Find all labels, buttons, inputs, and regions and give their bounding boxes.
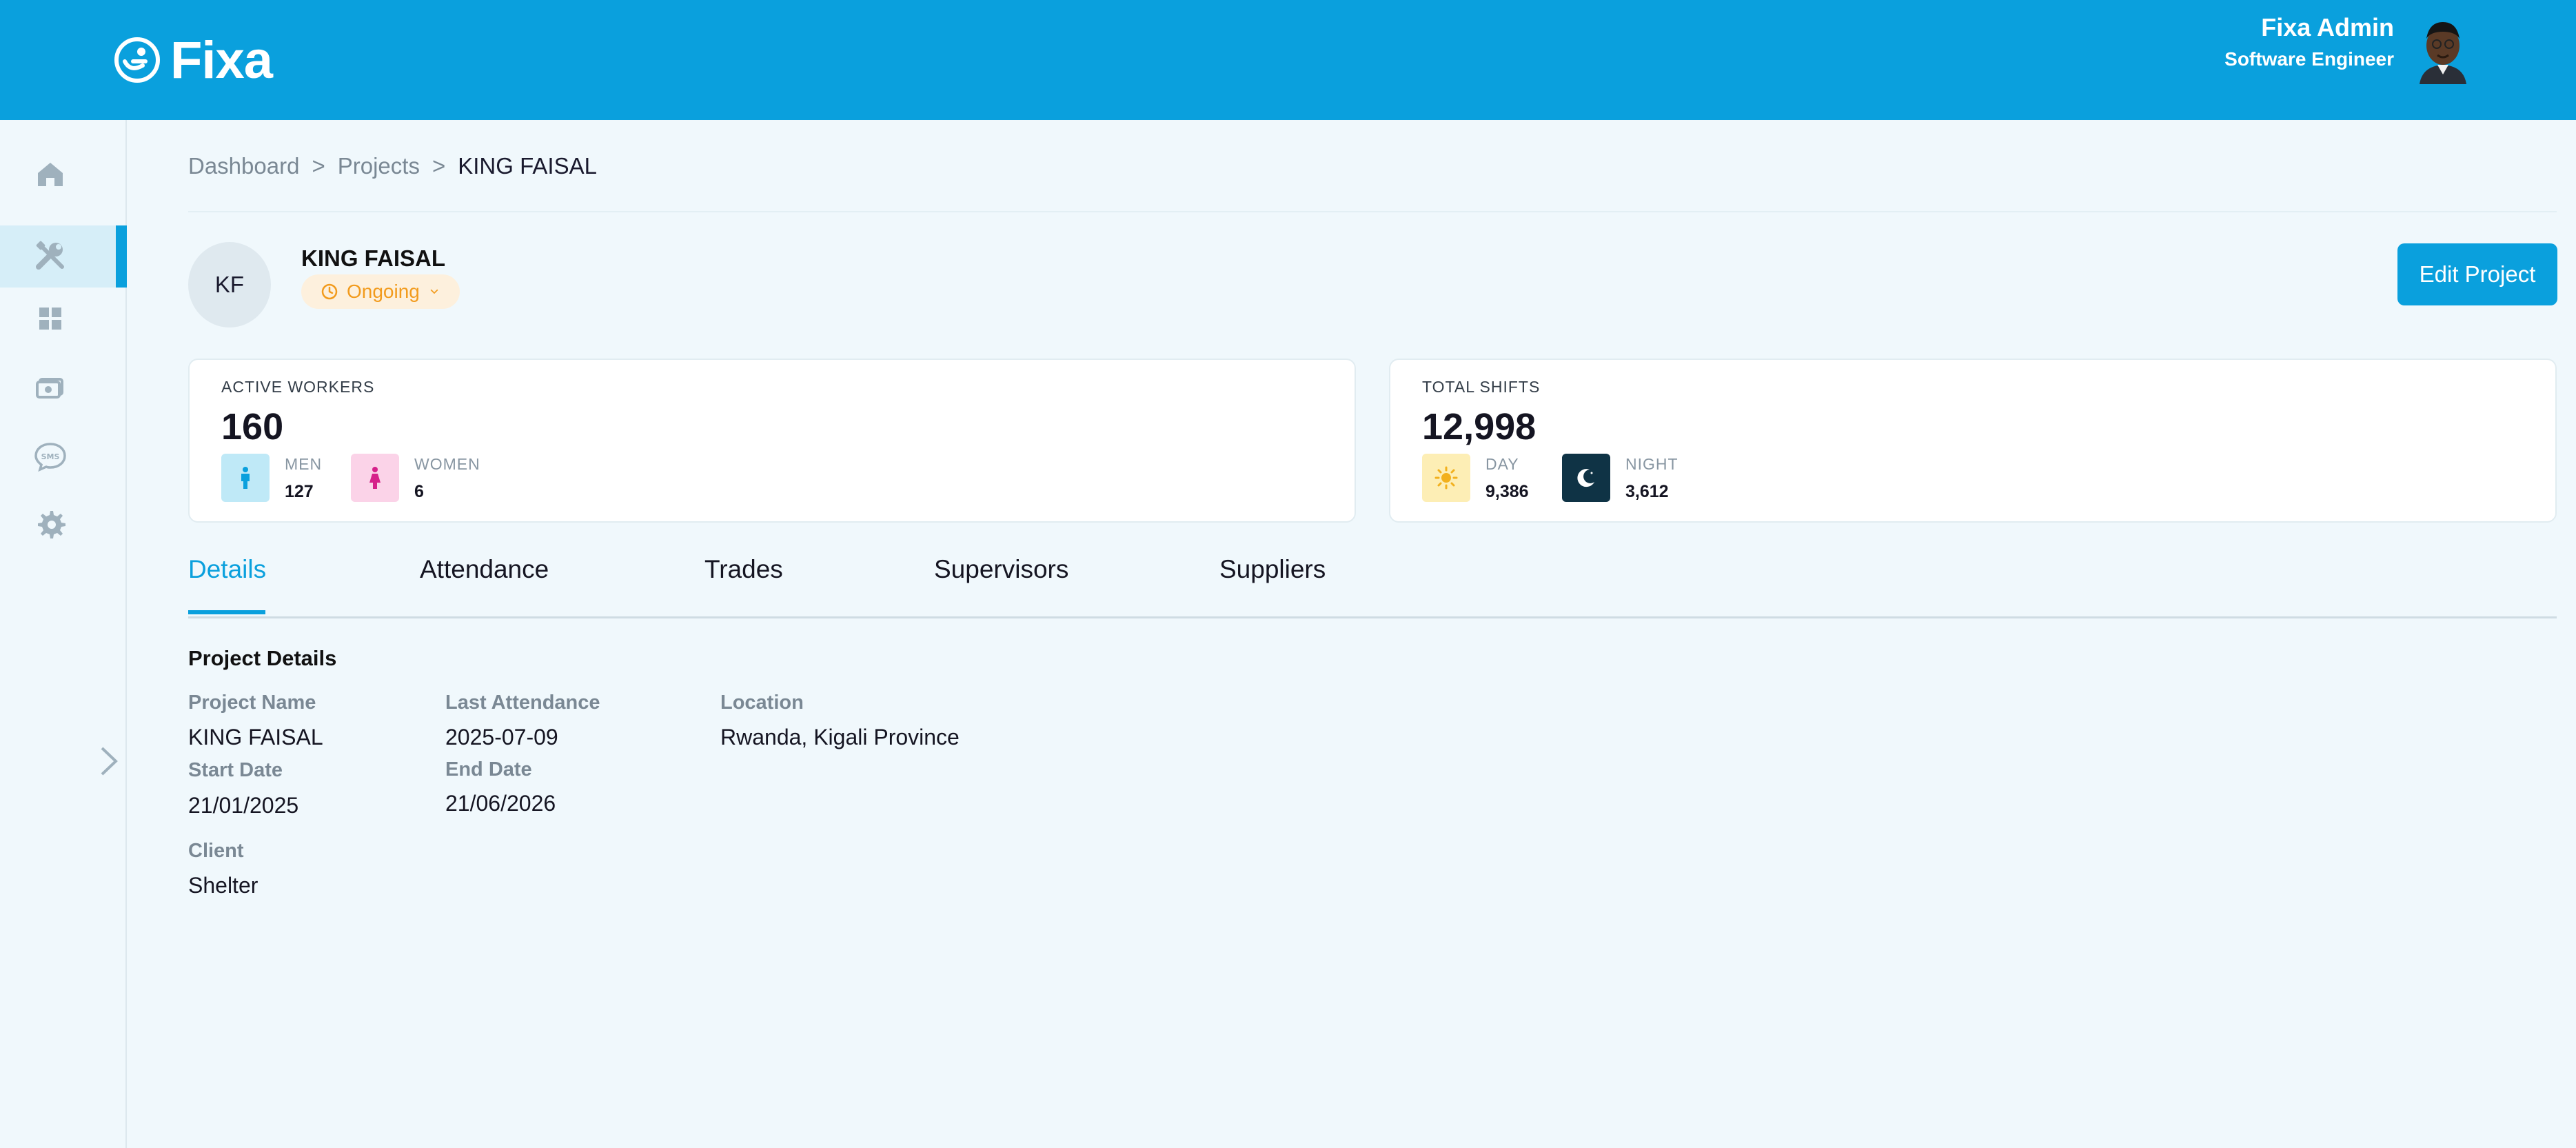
sidebar-item-home[interactable] [0,143,127,205]
sms-icon: SMS [34,443,66,472]
tab-trades[interactable]: Trades [704,555,783,616]
location-label: Location [720,692,804,714]
card-value: 160 [221,406,284,447]
chevron-down-icon [430,289,438,294]
end-date-label: End Date [445,758,532,781]
female-icon [351,454,399,502]
total-shifts-card: TOTAL SHIFTS 12,998 DAY 9,386 NIGHT 3,61… [1389,359,2557,523]
day-value: 9,386 [1485,482,1529,501]
grid-icon [39,308,61,330]
logo-icon [114,37,160,83]
women-value: 6 [414,482,424,501]
edit-project-button[interactable]: Edit Project [2397,243,2557,305]
gear-icon [38,511,65,538]
project-name-value: KING FAISAL [188,725,323,749]
night-value: 3,612 [1625,482,1669,501]
tab-details[interactable]: Details [188,555,266,616]
breadcrumb: Dashboard > Projects > KING FAISAL [188,153,597,179]
client-label: Client [188,840,244,862]
brand-name: Fixa [170,30,273,90]
svg-text:SMS: SMS [41,452,60,461]
tab-attendance[interactable]: Attendance [420,555,549,616]
male-icon [221,454,270,502]
last-attendance-label: Last Attendance [445,692,600,714]
avatar[interactable] [2410,15,2476,84]
men-value: 127 [285,482,314,501]
sidebar-item-dashboard[interactable] [0,288,127,350]
moon-icon [1562,454,1610,502]
tab-supervisors[interactable]: Supervisors [934,555,1068,616]
day-stat: DAY 9,386 [1422,454,1529,503]
breadcrumb-separator: > [432,153,446,179]
tab-bar: Details Attendance Trades Supervisors Su… [188,547,2557,618]
card-value: 12,998 [1422,406,1537,447]
active-indicator [116,225,127,288]
client-value: Shelter [188,873,258,898]
women-label: WOMEN [414,455,480,473]
divider [188,211,2557,212]
status-dropdown[interactable]: Ongoing [301,274,460,309]
home-icon [38,163,63,186]
sidebar-item-projects[interactable] [0,225,116,288]
breadcrumb-separator: > [312,153,325,179]
location-value: Rwanda, Kigali Province [720,725,960,749]
card-label: ACTIVE WORKERS [221,378,375,396]
sidebar-item-payments[interactable] [0,356,127,418]
project-title: KING FAISAL [301,245,446,271]
fixa-logo[interactable]: Fixa [114,31,273,90]
men-stat: MEN 127 [221,454,322,503]
end-date-value: 21/06/2026 [445,791,556,816]
breadcrumb-current: KING FAISAL [458,153,597,179]
night-stat: NIGHT 3,612 [1562,454,1679,503]
section-title: Project Details [188,646,337,670]
active-workers-card: ACTIVE WORKERS 160 MEN 127 WOMEN 6 [188,359,1356,523]
day-label: DAY [1485,455,1519,473]
clock-icon [321,283,338,300]
men-label: MEN [285,455,323,473]
top-header: Fixa Fixa Admin Software Engineer [0,0,2576,120]
start-date-label: Start Date [188,759,283,781]
sidebar-item-sms[interactable]: SMS [0,425,127,487]
night-label: NIGHT [1625,455,1679,473]
breadcrumb-projects[interactable]: Projects [338,153,420,179]
tools-icon [36,241,64,270]
user-role: Software Engineer [2224,48,2394,70]
last-attendance-value: 2025-07-09 [445,725,558,749]
breadcrumb-dashboard[interactable]: Dashboard [188,153,299,179]
user-name: Fixa Admin [2261,13,2394,41]
active-tab-indicator [188,610,265,614]
tab-suppliers[interactable]: Suppliers [1219,555,1326,616]
women-stat: WOMEN 6 [351,454,480,503]
user-info[interactable]: Fixa Admin Software Engineer [2224,12,2394,73]
payments-icon [36,378,63,399]
status-label: Ongoing [347,281,420,302]
sidebar: SMS [0,120,127,1148]
chevron-right-icon[interactable] [97,744,124,778]
sidebar-item-settings[interactable] [0,493,127,555]
sun-icon [1422,454,1470,502]
card-label: TOTAL SHIFTS [1422,378,1541,396]
project-avatar: KF [188,242,271,328]
project-name-label: Project Name [188,692,316,714]
start-date-value: 21/01/2025 [188,793,299,818]
